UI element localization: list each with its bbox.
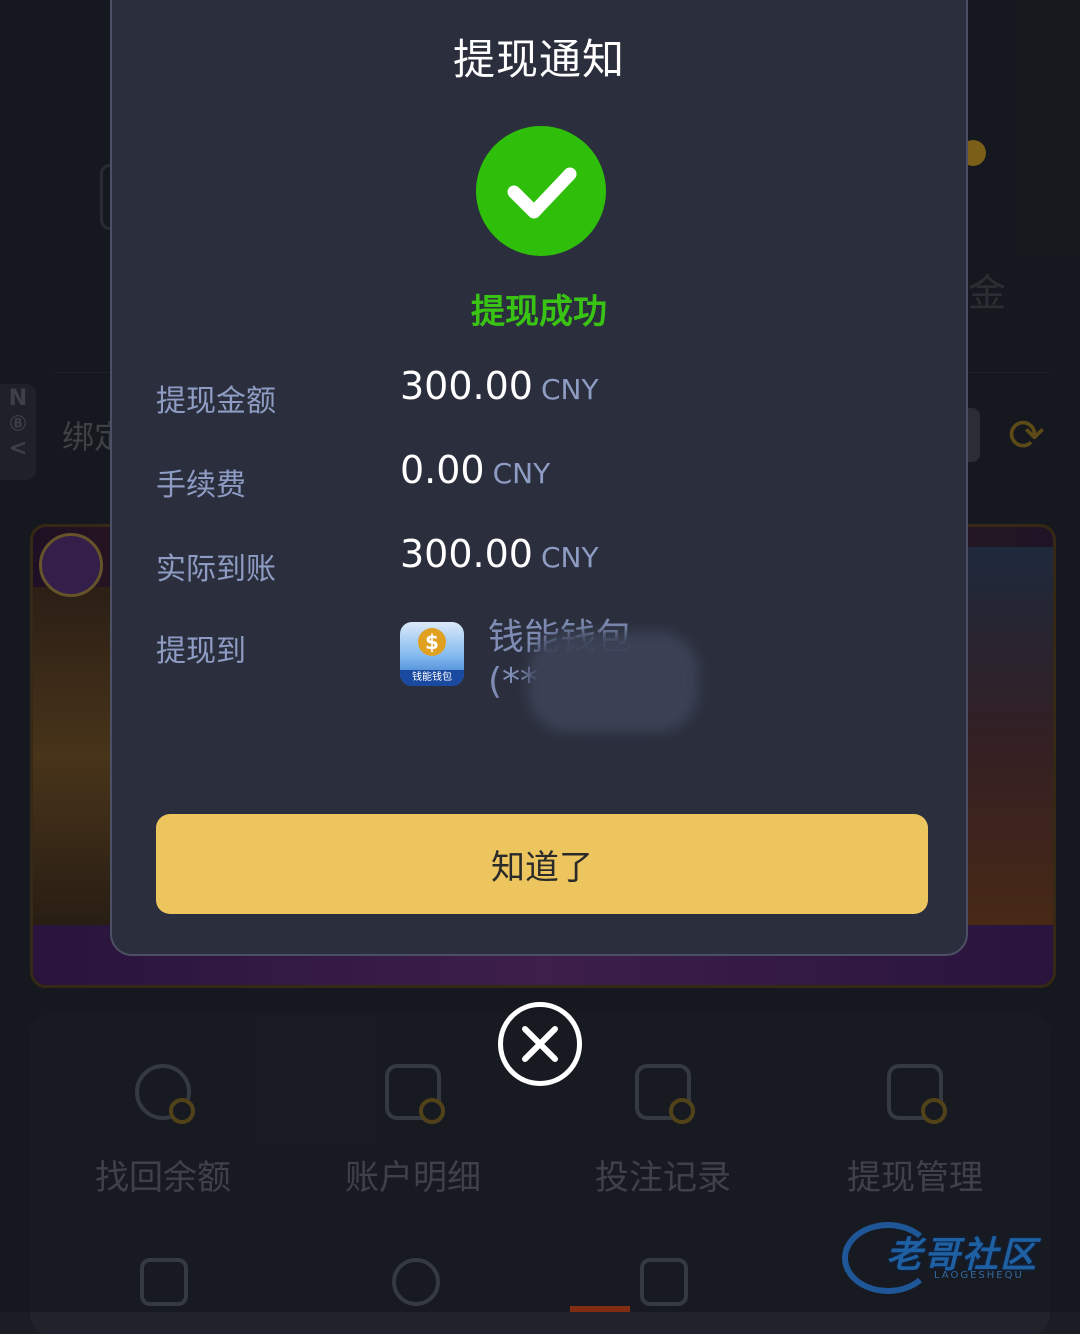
wallet-app-icon: $ 钱能钱包 xyxy=(400,622,464,686)
currency-unit: CNY xyxy=(540,373,599,406)
status-text: 提现成功 xyxy=(471,292,607,332)
currency-unit: CNY xyxy=(492,457,551,490)
row-fee: 手续费 0.00 CNY xyxy=(156,448,926,508)
row-destination: 提现到 $ 钱能钱包 钱能钱包 (** xyxy=(156,614,926,734)
row-value: 300.00 CNY xyxy=(400,532,599,576)
close-icon[interactable] xyxy=(498,1002,582,1086)
row-label: 提现金额 xyxy=(156,384,276,419)
currency-unit: CNY xyxy=(540,541,599,574)
row-actual-received: 实际到账 300.00 CNY xyxy=(156,532,926,592)
success-check-icon xyxy=(476,126,606,256)
row-value: 300.00 CNY xyxy=(400,364,599,408)
row-label: 手续费 xyxy=(156,468,246,503)
amount-value: 300.00 xyxy=(400,532,533,576)
privacy-blur-mask xyxy=(528,632,698,732)
confirm-button[interactable]: 知道了 xyxy=(156,814,928,914)
row-withdraw-amount: 提现金额 300.00 CNY xyxy=(156,364,926,424)
coin-icon: $ xyxy=(418,628,446,656)
row-value: 0.00 CNY xyxy=(400,448,550,492)
row-label: 实际到账 xyxy=(156,552,276,587)
amount-value: 0.00 xyxy=(400,448,485,492)
row-label: 提现到 xyxy=(156,634,246,669)
wallet-logo-caption: 钱能钱包 xyxy=(400,670,464,686)
dialog-title: 提现通知 xyxy=(452,35,625,84)
withdraw-notice-dialog: 提现通知 提现成功 提现金额 300.00 CNY 手续费 0.00 CNY 实际到… xyxy=(110,0,968,956)
amount-value: 300.00 xyxy=(400,364,533,408)
